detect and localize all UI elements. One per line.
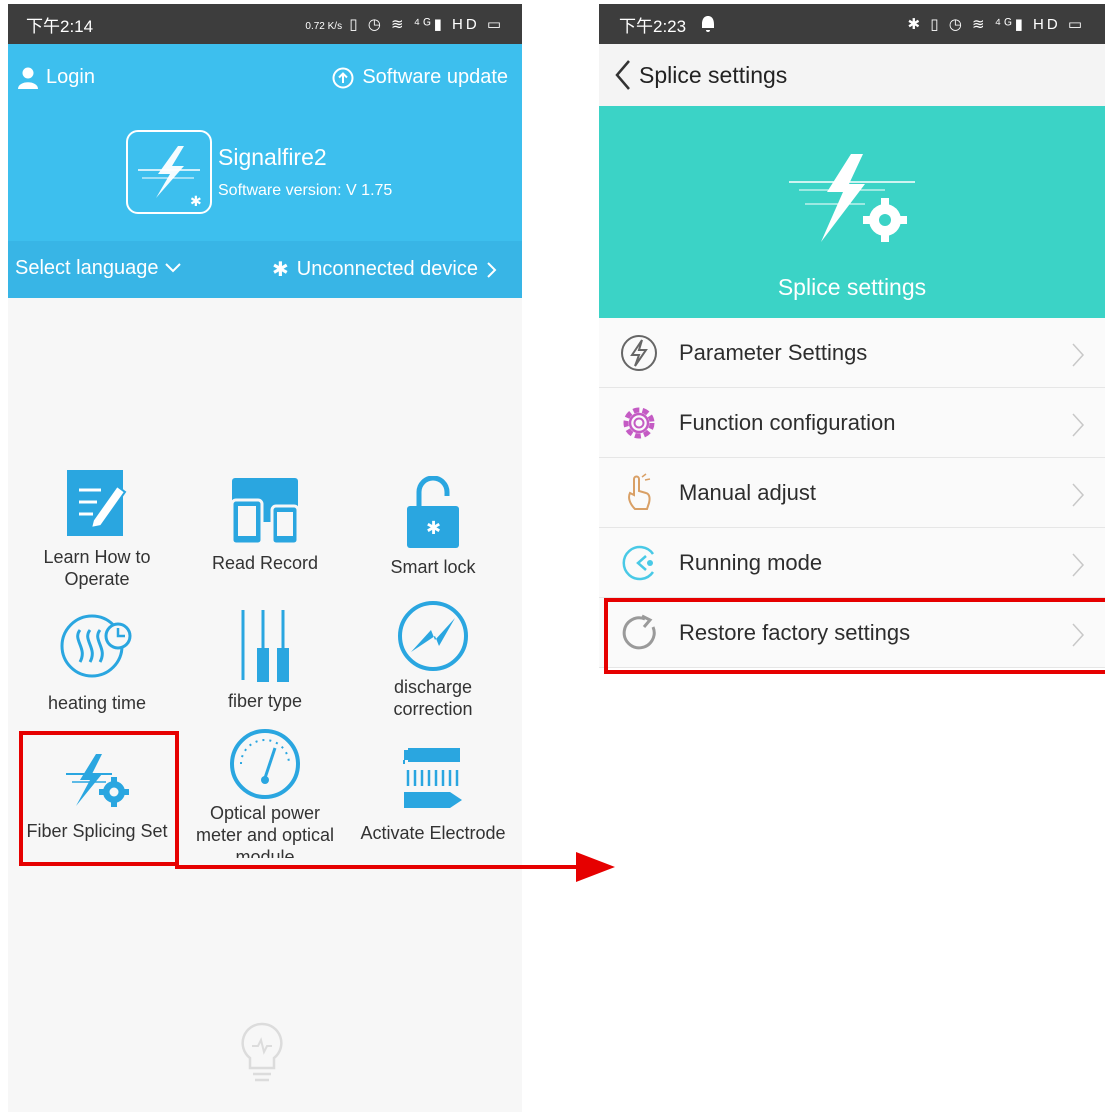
edit-document-icon <box>67 470 127 536</box>
login-button[interactable]: Login <box>18 66 95 89</box>
user-icon <box>18 67 38 89</box>
menu-item-running-mode[interactable]: Running mode <box>599 528 1105 598</box>
running-mode-icon <box>622 545 655 580</box>
splice-gear-icon <box>789 154 915 242</box>
right-phone-screen: 下午2:23 ✱ ▯ ◷ ≋ ⁴ᴳ▮ HD ▭ Splice settings … <box>599 4 1105 1112</box>
gauge-icon <box>230 729 300 799</box>
upload-circle-icon <box>332 67 354 88</box>
discharge-circle-icon <box>398 601 468 671</box>
lightning-circle-icon <box>621 334 657 371</box>
heating-clock-icon <box>60 614 132 678</box>
grid-discharge-correction[interactable]: discharge correction <box>348 600 518 720</box>
chevron-right-icon <box>1072 343 1085 367</box>
splice-settings-banner: Splice settings <box>599 106 1105 318</box>
grid-optical-power-meter[interactable]: Optical power meter and optical module <box>180 728 350 858</box>
menu-item-parameter-settings[interactable]: Parameter Settings <box>599 318 1105 388</box>
electrode-icon <box>403 748 462 808</box>
grid-read-record[interactable]: Read Record <box>180 476 350 574</box>
status-time: 下午2:14 <box>26 16 94 36</box>
back-arrow-icon[interactable] <box>613 59 633 91</box>
title-bar: Splice settings <box>599 44 1105 106</box>
highlight-fiber-splicing-set <box>19 731 179 866</box>
grid-heating-time[interactable]: heating time <box>12 612 182 714</box>
grid-smart-lock[interactable]: ✱ Smart lock <box>348 476 518 578</box>
software-update-button[interactable]: Software update <box>332 66 508 89</box>
chevron-down-icon <box>165 263 181 273</box>
svg-text:✱: ✱ <box>190 194 202 210</box>
brand-name: Signalfire2 <box>218 144 327 170</box>
devices-icon <box>230 478 300 546</box>
chevron-right-icon <box>1072 553 1085 577</box>
svg-text:✱: ✱ <box>426 518 441 539</box>
select-language-dropdown[interactable]: Select language <box>15 257 182 280</box>
lock-icon: ✱ <box>407 476 459 548</box>
status-bar: 下午2:14 0.72 K/s ▯ ◷ ≋ ⁴ᴳ▮ HD ▭ <box>8 4 522 44</box>
bluetooth-icon: ✱ <box>272 259 289 281</box>
grid-learn-how-to-operate[interactable]: Learn How to Operate <box>12 466 182 590</box>
banner-title: Splice settings <box>777 274 927 300</box>
app-logo: ✱ <box>126 130 212 214</box>
left-phone-screen: 下午2:14 0.72 K/s ▯ ◷ ≋ ⁴ᴳ▮ HD ▭ Login Sof… <box>8 4 522 1112</box>
app-header: Login Software update ✱ Signalfire2 Soft… <box>8 44 522 241</box>
highlight-restore-factory-settings <box>604 598 1105 674</box>
hand-icon <box>628 472 651 510</box>
chevron-right-icon <box>1072 413 1085 437</box>
lightning-icon: ✱ <box>138 146 202 210</box>
grid-activate-electrode[interactable]: Activate Electrode <box>348 742 518 844</box>
fiber-bars-icon <box>241 610 289 682</box>
software-version: Software version: V 1.75 <box>218 182 393 199</box>
status-icons: 0.72 K/s ▯ ◷ ≋ ⁴ᴳ▮ HD ▭ <box>305 16 504 33</box>
status-icons: ✱ ▯ ◷ ≋ ⁴ᴳ▮ HD ▭ <box>907 16 1085 33</box>
page-title: Splice settings <box>639 61 788 88</box>
menu-item-function-configuration[interactable]: Function configuration <box>599 388 1105 458</box>
status-bar: 下午2:23 ✱ ▯ ◷ ≋ ⁴ᴳ▮ HD ▭ <box>599 4 1105 44</box>
language-device-bar: Select language ✱ Unconnected device <box>8 241 522 298</box>
menu-item-manual-adjust[interactable]: Manual adjust <box>599 458 1105 528</box>
status-time: 下午2:23 <box>619 16 687 36</box>
chevron-right-icon <box>487 261 497 278</box>
lightbulb-icon <box>241 1022 283 1082</box>
grid-fiber-type[interactable]: fiber type <box>180 608 350 712</box>
chevron-right-icon <box>1072 483 1085 507</box>
unconnected-device-button[interactable]: ✱ Unconnected device <box>272 257 498 282</box>
gear-icon <box>623 407 655 438</box>
notification-bell-icon <box>702 16 715 32</box>
